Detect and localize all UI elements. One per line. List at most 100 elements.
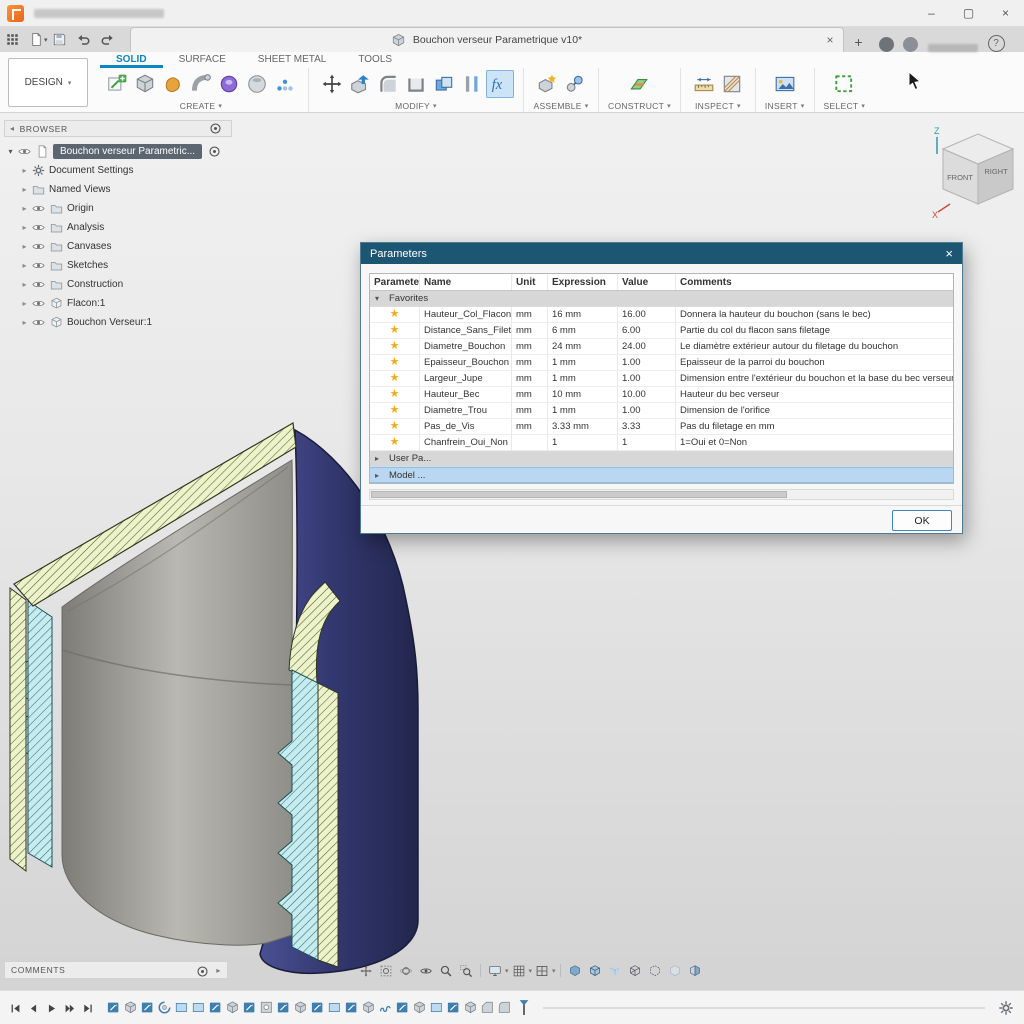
chevron-down-icon[interactable]: ▾ [552,967,556,975]
browser-item-construction[interactable]: ▸ Construction [4,275,232,294]
tab-close-icon[interactable]: × [827,33,834,47]
eye-icon[interactable] [31,258,46,273]
group-row-model-[interactable]: ▸ Model ... [370,467,953,483]
group-label-modify[interactable]: MODIFY ▾ [395,101,437,111]
browser-item-bouchon-verseur-1[interactable]: ▸ Bouchon Verseur:1 [4,313,232,332]
pipe-icon[interactable] [187,70,215,98]
group-label-select[interactable]: SELECT ▾ [824,101,866,111]
timeline-feature-sketch[interactable] [106,1000,122,1016]
parameter-row-distance-sans-filet-[interactable]: ★ Distance_Sans_Filet... mm 6 mm 6.00 Partie … [370,323,953,339]
insert-image-icon[interactable] [771,70,799,98]
joint-icon[interactable] [561,70,589,98]
parameter-expression[interactable]: 1 mm [548,371,618,386]
ribbon-tab-surface[interactable]: SURFACE [163,52,242,68]
timeline-feature-rect-pattern[interactable] [429,1000,445,1016]
browser-item-named-views[interactable]: ▸ Named Views [4,180,232,199]
comments-options-icon[interactable] [195,964,208,977]
align-icon[interactable] [458,70,486,98]
timeline-feature-sketch[interactable] [344,1000,360,1016]
favorite-star-icon[interactable]: ★ [370,371,420,386]
timeline-feature-sketch[interactable] [310,1000,326,1016]
group-label-insert[interactable]: INSERT ▾ [765,101,805,111]
user-name-redacted[interactable] [927,44,978,52]
construct-plane-icon[interactable] [625,70,653,98]
eye-icon[interactable] [31,239,46,254]
group-label-construct[interactable]: CONSTRUCT ▾ [608,101,671,111]
redo-icon[interactable] [96,29,120,50]
parameter-expression[interactable]: 1 mm [548,403,618,418]
horizontal-scrollbar[interactable] [369,489,954,500]
go-to-end-icon[interactable] [78,1000,96,1017]
torus-icon[interactable] [215,70,243,98]
favorite-star-icon[interactable]: ★ [370,435,420,450]
section-analysis-icon[interactable] [718,70,746,98]
timeline-feature-hole[interactable] [259,1000,275,1016]
save-icon[interactable] [48,29,72,50]
document-tab[interactable]: Bouchon verseur Parametrique v10* × [129,27,844,52]
browser-item-origin[interactable]: ▸ Origin [4,199,232,218]
root-component-label[interactable]: Bouchon verseur Parametric... [53,144,203,159]
eye-icon[interactable] [17,144,32,159]
vs-wireframe-icon[interactable] [625,962,645,980]
eye-icon[interactable] [31,315,46,330]
vs-halves-icon[interactable] [685,962,705,980]
parameter-row-epaisseur-bouchon[interactable]: ★ Epaisseur_Bouchon mm 1 mm 1.00 Epaisseur de… [370,355,953,371]
timeline-feature-rect-pattern[interactable] [174,1000,190,1016]
timeline-feature-extrude[interactable] [293,1000,309,1016]
expand-triangle-icon[interactable]: ▸ [18,166,31,175]
eye-icon[interactable] [31,296,46,311]
eye-icon[interactable] [31,277,46,292]
favorite-star-icon[interactable]: ★ [370,307,420,322]
timeline-feature-coil[interactable] [378,1000,394,1016]
expand-arrow-icon[interactable]: ▸ [375,471,384,480]
form-icon[interactable] [159,70,187,98]
timeline-feature-extrude[interactable] [123,1000,139,1016]
shell-icon[interactable] [402,70,430,98]
timeline-feature-sketch[interactable] [140,1000,156,1016]
eye-icon[interactable] [31,201,46,216]
move-icon[interactable] [318,70,346,98]
browser-header[interactable]: ◂ BROWSER [4,120,232,137]
timeline-feature-fillet[interactable] [497,1000,513,1016]
favorite-star-icon[interactable]: ★ [370,419,420,434]
favorite-star-icon[interactable]: ★ [370,339,420,354]
pan-icon[interactable] [356,962,376,980]
favorites-group-row[interactable]: ▾ Favorites [370,291,953,307]
zoom-window-icon[interactable] [456,962,476,980]
ok-button[interactable]: OK [892,510,952,531]
group-label-assemble[interactable]: ASSEMBLE ▾ [533,101,588,111]
view-cube[interactable]: Z FRONT RIGHT X [928,124,1024,219]
new-component-icon[interactable] [533,70,561,98]
favorite-star-icon[interactable]: ★ [370,355,420,370]
parameter-row-chanfrein-oui-non[interactable]: ★ Chanfrein_Oui_Non 1 1 1=Oui et 0=Non [370,435,953,451]
select-icon[interactable] [830,70,858,98]
vs-wire-hidden-icon[interactable] [645,962,665,980]
sphere-icon[interactable] [243,70,271,98]
extensions-icon[interactable] [878,37,894,52]
expand-triangle-icon[interactable]: ▸ [18,299,31,308]
timeline-feature-extrude[interactable] [463,1000,479,1016]
timeline-position-marker[interactable] [517,998,531,1018]
timeline-feature-sketch[interactable] [276,1000,292,1016]
timeline-feature-extrude[interactable] [225,1000,241,1016]
expand-triangle-icon[interactable]: ▸ [18,185,31,194]
parameter-expression[interactable]: 3.33 mm [548,419,618,434]
expand-arrow-icon[interactable]: ▸ [375,454,384,463]
display-settings-icon[interactable] [485,962,505,980]
browser-item-document-settings[interactable]: ▸ Document Settings [4,161,232,180]
expand-arrow-icon[interactable]: ▾ [375,294,384,303]
scrollbar-thumb[interactable] [371,491,787,498]
maximize-button[interactable]: ▢ [950,0,987,26]
group-row-user-pa-[interactable]: ▸ User Pa... [370,451,953,467]
vs-ghost-icon[interactable] [665,962,685,980]
timeline-feature-rect-pattern[interactable] [327,1000,343,1016]
eye-icon[interactable] [31,220,46,235]
new-tab-button[interactable]: + [848,32,870,52]
expand-right-icon[interactable]: ▸ [216,966,221,975]
fit-view-icon[interactable] [376,962,396,980]
timeline-feature-chamfer[interactable] [480,1000,496,1016]
parameter-expression[interactable]: 1 [548,435,618,450]
timeline-feature-extrude[interactable] [412,1000,428,1016]
press-pull-icon[interactable] [346,70,374,98]
orbit-icon[interactable] [396,962,416,980]
